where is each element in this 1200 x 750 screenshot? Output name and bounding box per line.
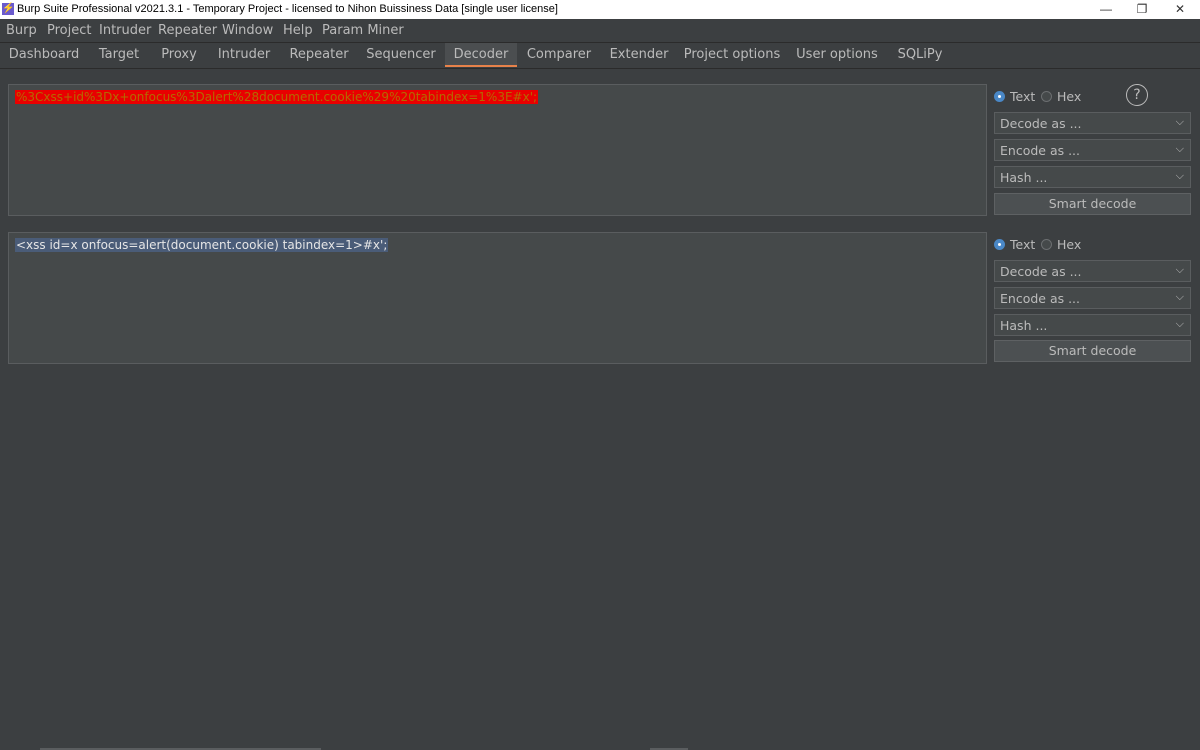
text-radio-1[interactable] <box>994 91 1005 102</box>
tab-sequencer[interactable]: Sequencer <box>358 43 444 67</box>
menu-burp[interactable]: Burp <box>6 23 37 38</box>
hash-dropdown-2[interactable]: Hash ... ⌵ <box>994 314 1191 336</box>
text-radio-label-2[interactable]: Text <box>1010 237 1035 252</box>
tab-target[interactable]: Target <box>88 43 150 67</box>
hash-dropdown-1[interactable]: Hash ... ⌵ <box>994 166 1191 188</box>
chevron-down-icon: ⌵ <box>1175 169 1184 182</box>
hex-radio-1[interactable] <box>1041 91 1052 102</box>
encode-as-dropdown-2[interactable]: Encode as ... ⌵ <box>994 287 1191 309</box>
tab-comparer[interactable]: Comparer <box>518 43 600 67</box>
chevron-down-icon: ⌵ <box>1175 290 1184 303</box>
decoded-text: <xss id=x onfocus=alert(document.cookie)… <box>15 238 389 252</box>
tab-sqlipy[interactable]: SQLiPy <box>888 43 952 67</box>
menu-intruder[interactable]: Intruder <box>99 23 151 38</box>
chevron-down-icon: ⌵ <box>1175 115 1184 128</box>
menu-bar: Burp Project Intruder Repeater Window He… <box>0 19 1200 43</box>
tab-project-options[interactable]: Project options <box>678 43 786 67</box>
hex-radio-label-1[interactable]: Hex <box>1057 89 1081 104</box>
tab-user-options[interactable]: User options <box>786 43 888 67</box>
minimize-icon[interactable]: — <box>1086 0 1126 19</box>
tab-decoder[interactable]: Decoder <box>445 43 517 67</box>
menu-window[interactable]: Window <box>222 23 273 38</box>
tab-extender[interactable]: Extender <box>600 43 678 67</box>
help-icon[interactable]: ? <box>1126 84 1148 106</box>
main-tab-bar: Dashboard Target Proxy Intruder Repeater… <box>0 43 1200 69</box>
chevron-down-icon: ⌵ <box>1175 263 1184 276</box>
decoder-input-editor[interactable]: %3Cxss+id%3Dx+onfocus%3Dalert%28document… <box>8 84 987 216</box>
burp-lightning-icon: ⚡ <box>2 3 15 15</box>
encode-as-dropdown-1[interactable]: Encode as ... ⌵ <box>994 139 1191 161</box>
menu-project[interactable]: Project <box>47 23 91 38</box>
smart-decode-button-1[interactable]: Smart decode <box>994 193 1191 215</box>
hex-radio-label-2[interactable]: Hex <box>1057 237 1081 252</box>
decode-as-dropdown-1[interactable]: Decode as ... ⌵ <box>994 112 1191 134</box>
hex-radio-2[interactable] <box>1041 239 1052 250</box>
text-radio-2[interactable] <box>994 239 1005 250</box>
tab-dashboard[interactable]: Dashboard <box>0 43 88 67</box>
decoder-output-editor[interactable]: <xss id=x onfocus=alert(document.cookie)… <box>8 232 987 364</box>
tab-repeater[interactable]: Repeater <box>280 43 358 67</box>
smart-decode-button-2[interactable]: Smart decode <box>994 340 1191 362</box>
menu-repeater[interactable]: Repeater <box>158 23 217 38</box>
encoded-text: %3Cxss+id%3Dx+onfocus%3Dalert%28document… <box>15 90 539 104</box>
text-radio-label-1[interactable]: Text <box>1010 89 1035 104</box>
close-icon[interactable]: ✕ <box>1160 0 1200 19</box>
restore-icon[interactable]: ❐ <box>1122 0 1162 19</box>
window-title: Burp Suite Professional v2021.3.1 - Temp… <box>17 3 558 15</box>
chevron-down-icon: ⌵ <box>1175 142 1184 155</box>
tab-proxy[interactable]: Proxy <box>150 43 208 67</box>
title-bar: ⚡ Burp Suite Professional v2021.3.1 - Te… <box>0 0 1200 19</box>
tab-intruder[interactable]: Intruder <box>208 43 280 67</box>
decode-as-dropdown-2[interactable]: Decode as ... ⌵ <box>994 260 1191 282</box>
chevron-down-icon: ⌵ <box>1175 317 1184 330</box>
menu-help[interactable]: Help <box>283 23 313 38</box>
menu-param-miner[interactable]: Param Miner <box>322 23 404 38</box>
